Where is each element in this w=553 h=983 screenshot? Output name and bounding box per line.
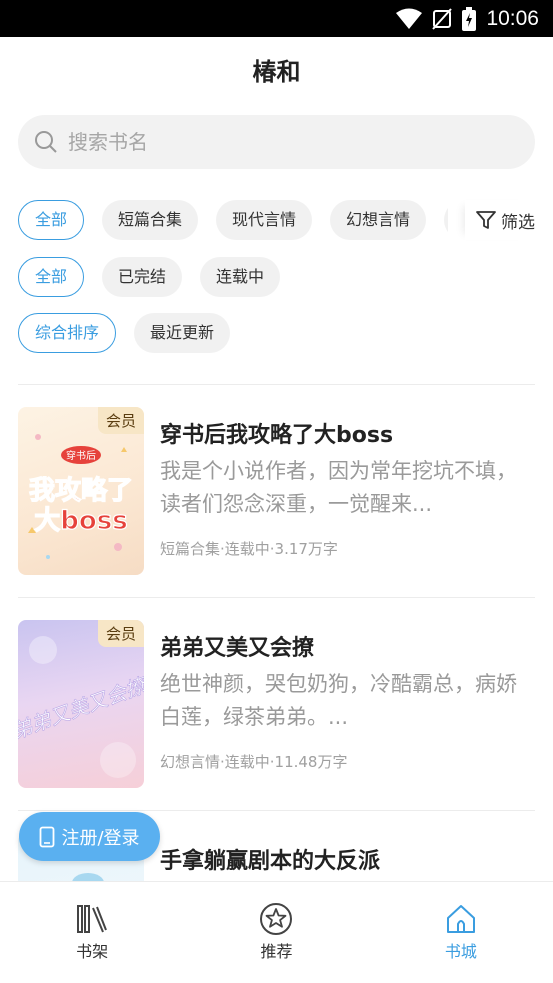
sort-chip-overall[interactable]: 综合排序 bbox=[18, 313, 117, 353]
vip-badge: 会员 bbox=[97, 407, 144, 434]
cover-text-top: 穿书后 bbox=[66, 449, 96, 462]
book-cover[interactable]: 弟弟又美又会撩 会员 bbox=[18, 620, 144, 788]
cover-text-sub: 大boss bbox=[34, 506, 127, 536]
category-chip-short[interactable]: 短篇合集 bbox=[102, 200, 199, 240]
category-chip-more[interactable]: 穿越 bbox=[444, 200, 448, 240]
tab-bookshelf-label: 书架 bbox=[76, 942, 109, 961]
tab-bookstore-label: 书城 bbox=[444, 942, 477, 961]
book-item[interactable]: 穿书后 我攻略了 大boss 会员 穿书后我攻略了大boss 我是个小说作者，因… bbox=[18, 385, 535, 597]
status-icons: 10:06 bbox=[396, 0, 539, 37]
battery-icon bbox=[462, 6, 477, 31]
bottom-tab-bar: 书架 推荐 书城 bbox=[0, 881, 553, 983]
status-time: 10:06 bbox=[486, 6, 539, 30]
book-title[interactable]: 手拿躺赢剧本的大反派 bbox=[160, 843, 380, 875]
category-filter-row: 全部 短篇合集 现代言情 幻想言情 穿越 bbox=[18, 200, 448, 240]
search-input[interactable] bbox=[68, 130, 488, 154]
book-meta: 幻想言情·连载中·11.48万字 bbox=[160, 753, 348, 771]
register-login-button[interactable]: 注册/登录 bbox=[19, 812, 160, 861]
wifi-icon bbox=[396, 8, 423, 29]
status-chip-ongoing[interactable]: 连载中 bbox=[200, 257, 281, 297]
category-chip-all[interactable]: 全部 bbox=[18, 200, 85, 240]
home-icon bbox=[446, 905, 475, 933]
tab-recommend[interactable]: 推荐 bbox=[184, 882, 368, 983]
category-chip-fantasy[interactable]: 幻想言情 bbox=[330, 200, 427, 240]
book-title[interactable]: 穿书后我攻略了大boss bbox=[160, 417, 393, 449]
book-title[interactable]: 弟弟又美又会撩 bbox=[160, 630, 314, 662]
status-chip-completed[interactable]: 已完结 bbox=[102, 257, 183, 297]
tab-bookshelf[interactable]: 书架 bbox=[0, 882, 184, 983]
book-description: 绝世神颜，哭包奶狗，冷酷霸总，病娇白莲，绿茶弟弟。... bbox=[160, 672, 517, 729]
page-title: 椿和 bbox=[252, 58, 301, 86]
status-filter-row: 全部 已完结 连载中 bbox=[18, 257, 281, 297]
cover-text-main: 弟弟又美又会撩 bbox=[18, 672, 144, 743]
vip-badge: 会员 bbox=[97, 620, 144, 647]
category-chip-modern[interactable]: 现代言情 bbox=[216, 200, 313, 240]
book-description: 我是个小说作者，因为常年挖坑不填，读者们怨念深重，一觉醒来... bbox=[160, 459, 517, 516]
sort-filter-row: 综合排序 最近更新 bbox=[18, 313, 231, 353]
status-bar: 10:06 bbox=[0, 0, 553, 37]
book-item[interactable]: 弟弟又美又会撩 会员 弟弟又美又会撩 绝世神颜，哭包奶狗，冷酷霸总，病娇白莲，绿… bbox=[18, 598, 535, 810]
book-meta: 短篇合集·连载中·3.17万字 bbox=[160, 540, 338, 558]
register-login-label: 注册/登录 bbox=[61, 827, 140, 849]
book-cover[interactable]: 穿书后 我攻略了 大boss 会员 bbox=[18, 407, 144, 575]
status-chip-all[interactable]: 全部 bbox=[18, 257, 85, 297]
search-icon bbox=[35, 131, 57, 153]
filter-button[interactable]: 筛选 bbox=[465, 200, 535, 240]
cover-text-main: 我攻略了 bbox=[29, 475, 133, 506]
tab-recommend-label: 推荐 bbox=[260, 942, 293, 961]
sort-chip-recent[interactable]: 最近更新 bbox=[134, 313, 231, 353]
star-icon bbox=[260, 903, 293, 935]
search-bar[interactable] bbox=[18, 115, 535, 169]
bookshelf-icon bbox=[77, 905, 108, 933]
funnel-icon bbox=[476, 211, 496, 229]
tab-bookstore[interactable]: 书城 bbox=[369, 882, 553, 983]
filter-label: 筛选 bbox=[501, 212, 535, 233]
no-signal-icon bbox=[432, 7, 453, 30]
phone-icon bbox=[40, 826, 55, 847]
